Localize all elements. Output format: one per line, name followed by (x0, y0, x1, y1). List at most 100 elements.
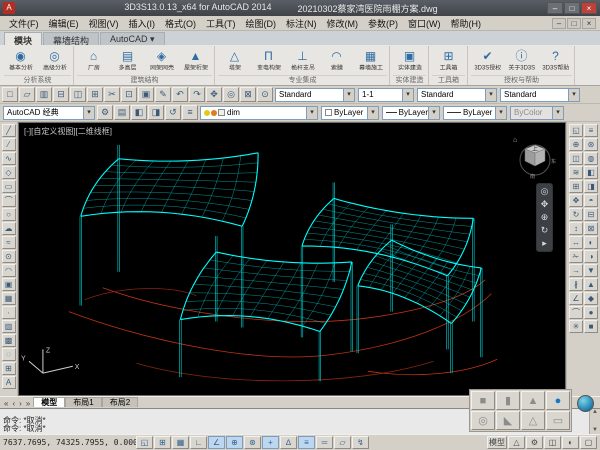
text-style-combo[interactable]: Standard ▾ (275, 88, 355, 102)
annotation-scale-button[interactable]: △ (508, 436, 525, 449)
menu-item[interactable]: 工具(T) (201, 17, 241, 30)
gradient-button[interactable]: ▩ (2, 334, 16, 347)
ungroup-button[interactable]: ◍ (584, 152, 598, 165)
isolate-button[interactable]: ◆ (584, 292, 598, 305)
doc-minimize-button[interactable]: – (552, 18, 566, 29)
insert-block-button[interactable]: ▣ (2, 278, 16, 291)
viewcube[interactable]: ⌂ 上 南 东 (511, 133, 557, 179)
stretch-button[interactable]: ↕ (569, 222, 583, 235)
transparency-toggle[interactable]: ▱ (334, 436, 351, 449)
rotate-button[interactable]: ↻ (569, 208, 583, 221)
showmotion-button[interactable]: ▸ (542, 239, 547, 248)
mirror-button[interactable]: ◫ (569, 152, 583, 165)
box-button[interactable]: ■ (471, 391, 495, 410)
rectangle-button[interactable]: ▭ (2, 180, 16, 193)
about-button[interactable]: ⓘ关于3D3S (505, 46, 538, 75)
close-button[interactable]: × (581, 2, 597, 14)
quick-properties-toggle[interactable]: ↯ (352, 436, 369, 449)
menu-item[interactable]: 绘图(D) (241, 17, 282, 30)
menu-item[interactable]: 窗口(W) (403, 17, 446, 30)
zoom-realtime-button[interactable]: ◎ (223, 87, 239, 102)
construction-line-button[interactable]: ⁄ (2, 138, 16, 151)
scroll-down-icon[interactable]: ▼ (592, 427, 598, 434)
pan-button[interactable]: ✥ (206, 87, 222, 102)
menu-item[interactable]: 插入(I) (124, 17, 161, 30)
save-button[interactable]: ▥ (36, 87, 52, 102)
zoom-window-button[interactable]: ⊠ (240, 87, 256, 102)
align-button[interactable]: ◓ (584, 194, 598, 207)
publish-button[interactable]: ⊞ (87, 87, 103, 102)
spline-button[interactable]: ≈ (2, 236, 16, 249)
object-snap-tracking-toggle[interactable]: + (262, 436, 279, 449)
layer-previous-button[interactable]: ↺ (165, 105, 181, 120)
menu-item[interactable]: 帮助(H) (446, 17, 487, 30)
menu-item[interactable]: 编辑(E) (44, 17, 84, 30)
revision-cloud-button[interactable]: ☁ (2, 222, 16, 235)
explode-button[interactable]: ✳ (569, 320, 583, 333)
factory-building-button[interactable]: ⌂厂房 (77, 46, 110, 75)
menu-item[interactable]: 文件(F) (4, 17, 44, 30)
zoom-tool-button[interactable]: ⊕ (541, 213, 549, 222)
image-button[interactable]: ◐ (584, 236, 598, 249)
circle-button[interactable]: ○ (2, 208, 16, 221)
cone-button[interactable]: ▲ (521, 391, 545, 410)
break-button[interactable]: ∦ (569, 278, 583, 291)
ellipse-button[interactable]: ⊙ (2, 250, 16, 263)
show-button[interactable]: ▲ (584, 278, 598, 291)
dynamic-ucs-toggle[interactable]: ∆ (280, 436, 297, 449)
draw-order-button[interactable]: ≡ (584, 124, 598, 137)
toolbox-button[interactable]: ⊞工具箱 (432, 46, 465, 75)
maximize-button[interactable]: □ (564, 2, 580, 14)
command-scrollbar[interactable]: ▲ ▼ (589, 409, 600, 434)
cut-button[interactable]: ✂ (104, 87, 120, 102)
point-button[interactable]: ∙ (2, 306, 16, 319)
menu-item[interactable]: 视图(V) (84, 17, 124, 30)
line-button[interactable]: ╱ (2, 124, 16, 137)
wedge-button[interactable]: ◣ (496, 411, 520, 430)
infer-constraints-toggle[interactable]: ◱ (136, 436, 153, 449)
model-space-button[interactable]: 模型 (487, 436, 507, 449)
wireframe-model[interactable]: XYZ (19, 123, 565, 395)
pyramid-button[interactable]: △ (521, 411, 545, 430)
roof-truss-button[interactable]: ▲屋架桁架 (179, 46, 212, 75)
group-button[interactable]: ⊛ (584, 138, 598, 151)
copy-object-button[interactable]: ⊕ (569, 138, 583, 151)
layout-tab[interactable]: 布局1 (65, 397, 101, 407)
ortho-toggle[interactable]: ∟ (190, 436, 207, 449)
next-tab-button[interactable]: › (17, 399, 24, 408)
cylinder-button[interactable]: ▮ (496, 391, 520, 410)
curtain-wall-button[interactable]: ▦幕墙施工 (354, 46, 387, 75)
substation-frame-button[interactable]: Π变电构架 (252, 46, 285, 75)
planar-surface-button[interactable]: ▭ (546, 411, 570, 430)
dim-style-combo[interactable]: 1-1 ▾ (358, 88, 414, 102)
divide-button[interactable]: ◨ (584, 180, 598, 193)
new-button[interactable]: □ (2, 87, 18, 102)
orbit-tool-button[interactable]: ↻ (541, 226, 549, 235)
toolbar-lock-button[interactable]: ◫ (544, 436, 561, 449)
solid-modeling-button[interactable]: ▣实体建造 (393, 46, 426, 75)
copy-button[interactable]: ⊡ (121, 87, 137, 102)
scroll-up-icon[interactable]: ▲ (592, 409, 598, 416)
object-snap-toggle[interactable]: ⊕ (226, 436, 243, 449)
join-button[interactable]: ⊟ (584, 208, 598, 221)
measure-button[interactable]: ◧ (584, 166, 598, 179)
offset-button[interactable]: ≋ (569, 166, 583, 179)
workspace-switch-button[interactable]: ⚙ (526, 436, 543, 449)
arc-button[interactable]: ⌒ (2, 194, 16, 207)
color-combo[interactable]: ByLayer ▾ (321, 106, 379, 120)
create-block-button[interactable]: ▦ (2, 292, 16, 305)
torus-button[interactable]: ◎ (471, 411, 495, 430)
viewport-controls[interactable]: [-][自定义视图][二维线框] (24, 126, 112, 137)
hatch-button[interactable]: ▨ (2, 320, 16, 333)
menu-item[interactable]: 标注(N) (281, 17, 322, 30)
hide-button[interactable]: ▼ (584, 264, 598, 277)
space-frame-button[interactable]: ◈网架网壳 (145, 46, 178, 75)
ellipse-arc-button[interactable]: ◠ (2, 264, 16, 277)
tower-button[interactable]: △塔架 (218, 46, 251, 75)
snap-toggle[interactable]: ⊞ (154, 436, 171, 449)
plot-preview-button[interactable]: ◫ (70, 87, 86, 102)
render-button[interactable]: ● (584, 306, 598, 319)
move-button[interactable]: ✥ (569, 194, 583, 207)
membrane-button[interactable]: ◠索膜 (320, 46, 353, 75)
mast-support-button[interactable]: ⊥桅杆支吊 (286, 46, 319, 75)
